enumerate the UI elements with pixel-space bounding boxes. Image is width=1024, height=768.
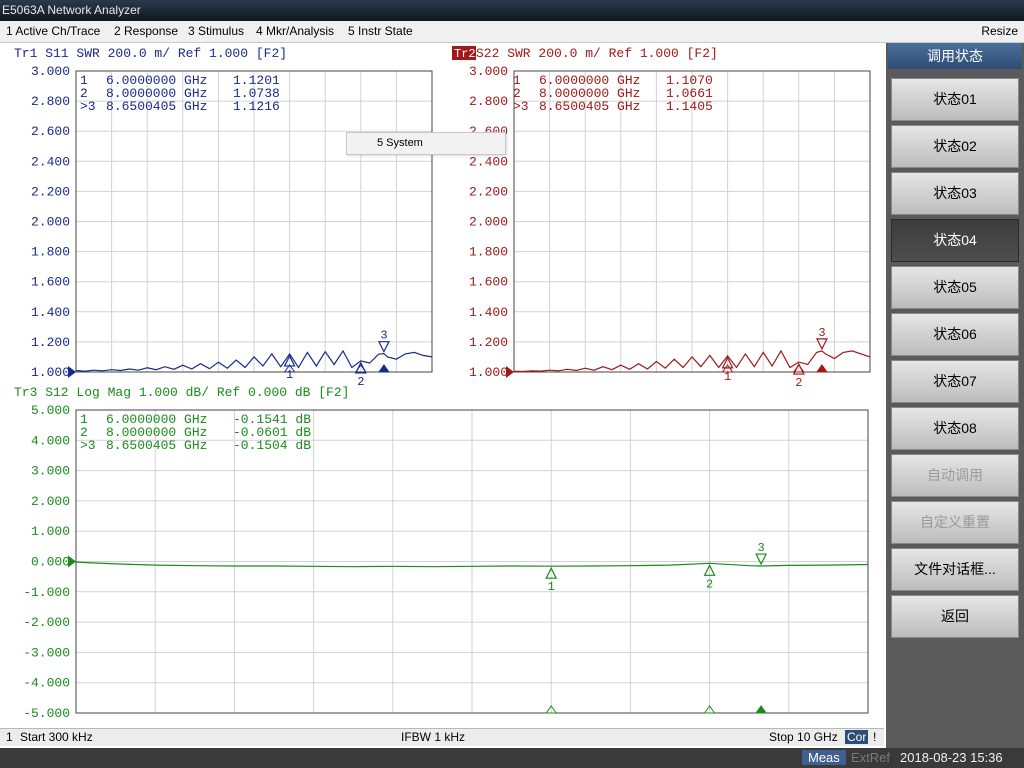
menu-bar: 1 Active Ch/Trace 2 Response 3 Stimulus … xyxy=(0,21,1024,43)
tr1-marker-freq: 8.6500405 GHz xyxy=(106,99,207,114)
softkey-12[interactable]: 返回 xyxy=(891,595,1019,638)
tr1-header: Tr1 S11 SWR 200.0 m/ Ref 1.000 [F2] xyxy=(14,46,287,61)
tr3-tick-label: 5.000 xyxy=(31,403,70,418)
dropdown-item-system[interactable]: 5 System xyxy=(377,137,423,149)
tr3-tick-label: -2.000 xyxy=(23,615,70,630)
tr1-tick-label: 2.000 xyxy=(31,215,70,230)
tr3-marker-freq: 8.6500405 GHz xyxy=(106,438,207,453)
cor-badge: Cor xyxy=(845,730,869,744)
tr2-marker-glyph xyxy=(815,338,828,351)
tr2-marker-freq: 8.6500405 GHz xyxy=(539,99,640,114)
tr2-tick-label: 2.000 xyxy=(469,215,508,230)
channel-number: 1 xyxy=(6,730,13,744)
tr2-tick-label: 1.800 xyxy=(469,245,508,260)
tr2-badge-label: Tr2 xyxy=(454,47,476,61)
softkey-title: 调用状态 xyxy=(888,43,1022,69)
tr1-marker-glyph xyxy=(377,341,390,354)
tr3-marker-value: -0.1504 dB xyxy=(233,438,311,453)
tr2-tick-label: 1.200 xyxy=(469,335,508,350)
tr1-tick-label: 1.000 xyxy=(31,365,70,380)
tr2-header: S22 SWR 200.0 m/ Ref 1.000 [F2] xyxy=(476,46,718,61)
tr3-header: Tr3 S12 Log Mag 1.000 dB/ Ref 0.000 dB [… xyxy=(14,385,349,400)
tr1-tick-label: 2.200 xyxy=(31,184,70,199)
app-title: E5063A Network Analyzer xyxy=(2,3,141,17)
tr1-tick-label: 1.400 xyxy=(31,305,70,320)
warning-indicator: ! xyxy=(873,730,877,744)
tr1-tick-label: 1.200 xyxy=(31,335,70,350)
softkey-8[interactable]: 状态08 xyxy=(891,407,1019,450)
tr3-marker-number: 1 xyxy=(548,580,555,594)
tr1-tick-label: 3.000 xyxy=(31,64,70,79)
softkey-6[interactable]: 状态06 xyxy=(891,313,1019,356)
tr3-marker-id: >3 xyxy=(80,438,96,453)
tr1-tick-label: 2.800 xyxy=(31,94,70,109)
tr1-marker-axis-tick xyxy=(377,364,390,373)
meas-indicator: Meas xyxy=(802,750,846,765)
resize-button[interactable]: Resize xyxy=(981,24,1018,38)
tr2-tick-label: 1.000 xyxy=(469,365,508,380)
tr2-marker-id: >3 xyxy=(513,99,529,114)
softkey-7[interactable]: 状态07 xyxy=(891,360,1019,403)
status-bar: 1 Start 300 kHz IFBW 1 kHz Stop 10 GHz C… xyxy=(0,728,884,746)
tr3-tick-label: -1.000 xyxy=(23,585,70,600)
menu-response[interactable]: 2 Response xyxy=(114,24,178,38)
title-bar: E5063A Network Analyzer xyxy=(0,0,1024,21)
tr3-tick-label: 1.000 xyxy=(31,524,70,539)
menu-instr-state[interactable]: 5 Instr State xyxy=(348,24,413,38)
tr2-marker-value: 1.1405 xyxy=(666,99,713,114)
ifbw-value[interactable]: IFBW 1 kHz xyxy=(401,730,465,744)
datetime: 2018-08-23 15:36 xyxy=(900,750,1003,765)
tr1-tick-label: 1.800 xyxy=(31,245,70,260)
system-dropdown[interactable]: 5 System xyxy=(346,132,506,155)
tr1-marker-value: 1.1216 xyxy=(233,99,280,114)
tr2-tick-label: 3.000 xyxy=(469,64,508,79)
softkey-10[interactable]: 自定义重置 xyxy=(891,501,1019,544)
softkey-panel: 调用状态 状态01 状态02 状态03 状态04 状态05 状态06 状态07 状态08 自动调… xyxy=(886,43,1024,750)
tr1-tick-label: 1.600 xyxy=(31,275,70,290)
menu-stimulus[interactable]: 3 Stimulus xyxy=(188,24,244,38)
tr3-tick-label: -3.000 xyxy=(23,645,70,660)
softkey-2[interactable]: 状态02 xyxy=(891,125,1019,168)
start-frequency[interactable]: Start 300 kHz xyxy=(20,730,93,744)
menu-mkr-analysis[interactable]: 4 Mkr/Analysis xyxy=(256,24,334,38)
tr1-marker-number: 3 xyxy=(380,329,387,343)
bottom-bar: Meas ExtRef 2018-08-23 15:36 xyxy=(0,748,1024,768)
tr3-ref-arrow xyxy=(68,555,76,568)
tr2-tick-label: 2.800 xyxy=(469,94,508,109)
tr2-tick-label: 2.400 xyxy=(469,154,508,169)
tr3-tick-label: 2.000 xyxy=(31,494,70,509)
softkey-5[interactable]: 状态05 xyxy=(891,266,1019,309)
tr2-marker-axis-tick xyxy=(815,364,828,373)
tr3-tick-label: -4.000 xyxy=(23,676,70,691)
menu-active-ch-trace[interactable]: 1 Active Ch/Trace xyxy=(6,24,100,38)
tr2-tick-label: 1.600 xyxy=(469,275,508,290)
tr3-marker-axis-tick xyxy=(755,705,768,714)
tr1-marker-id: >3 xyxy=(80,99,96,114)
tr1-marker-number: 2 xyxy=(357,375,364,389)
tr3-tick-label: 4.000 xyxy=(31,433,70,448)
softkey-3[interactable]: 状态03 xyxy=(891,172,1019,215)
tr1-tick-label: 2.400 xyxy=(31,154,70,169)
extref-indicator: ExtRef xyxy=(851,750,891,765)
softkey-9[interactable]: 自动调用 xyxy=(891,454,1019,497)
tr1-tick-label: 2.600 xyxy=(31,124,70,139)
tr3-marker-number: 3 xyxy=(757,541,764,555)
tr3-tick-label: 0.000 xyxy=(31,555,70,570)
stop-frequency[interactable]: Stop 10 GHz xyxy=(769,730,838,744)
tr1-marker-number: 1 xyxy=(286,368,293,382)
tr3-marker-number: 2 xyxy=(706,577,713,591)
tr2-tick-label: 1.400 xyxy=(469,305,508,320)
tr2-marker-number: 3 xyxy=(818,326,825,340)
tr1-ref-arrow xyxy=(68,366,76,378)
tr2-marker-number: 2 xyxy=(795,376,802,390)
softkey-4[interactable]: 状态04 xyxy=(891,219,1019,262)
tr2-tick-label: 2.200 xyxy=(469,184,508,199)
softkey-1[interactable]: 状态01 xyxy=(891,78,1019,121)
tr2-ref-arrow xyxy=(506,366,514,378)
softkey-11[interactable]: 文件对话框... xyxy=(891,548,1019,591)
tr3-marker-glyph xyxy=(755,553,768,566)
tr3-tick-label: -5.000 xyxy=(23,706,70,721)
tr3-tick-label: 3.000 xyxy=(31,464,70,479)
